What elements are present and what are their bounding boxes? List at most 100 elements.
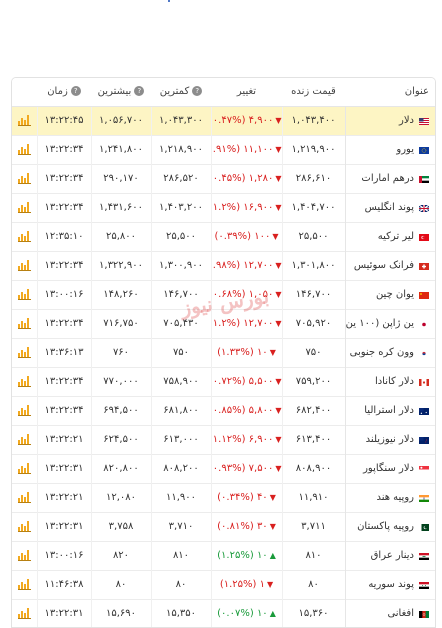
currency-name-cell[interactable]: دلار کانادا [344, 367, 435, 396]
table-row[interactable]: پوند انگلیس ۱,۴۰۴,۷۰۰▼۱۶,۹۰۰ (۱.۲%)۱,۴۰۳,… [12, 193, 435, 222]
currency-name[interactable]: یوان چین [376, 289, 414, 300]
bar-chart-icon[interactable] [17, 172, 31, 184]
table-row[interactable]: یورو ۱,۲۱۹,۹۰۰▼۱۱,۱۰۰ (۰.۹۱%)۱,۲۱۸,۹۰۰۱,۲… [12, 135, 435, 164]
table-row[interactable]: روپیه پاکستان ۳,۷۱۱ ▼۳۰ (۰.۸۱%) ۳,۷۱۰ ۳,۷۵۸ ۱… [12, 512, 435, 541]
currency-name-cell[interactable]: دلار سنگاپور [344, 454, 435, 483]
currency-name[interactable]: لیر ترکیه [378, 231, 414, 242]
chart-cell[interactable] [12, 193, 37, 222]
bar-chart-icon[interactable] [17, 230, 31, 242]
chart-cell[interactable] [12, 570, 37, 599]
table-row[interactable]: دلار کانادا ۷۵۹,۲۰۰▼۵,۵۰۰ (۰.۷۲%)۷۵۸,۹۰۰۷… [12, 367, 435, 396]
table-row[interactable]: دلار سنگاپور ۸۰۸,۹۰۰▼۷,۵۰۰ (۰.۹۳%)۸۰۸,۲۰۰… [12, 454, 435, 483]
currency-name[interactable]: ین ژاپن (۱۰۰ ین) [346, 318, 414, 329]
bar-chart-icon[interactable] [17, 491, 31, 503]
high-price-cell: ۸۰ [90, 570, 151, 599]
currency-name[interactable]: وون کره جنوبی [350, 347, 414, 358]
table-row[interactable]: روپیه هند ۱۱,۹۱۰ ▼۴۰ (۰.۳۴%) ۱۱,۹۰۰ ۱۲,۰۸۰ ۱۳… [12, 483, 435, 512]
bar-chart-icon[interactable] [17, 259, 31, 271]
currency-name-cell[interactable]: ین ژاپن (۱۰۰ ین) [344, 309, 435, 338]
table-row[interactable]: دینار عراق ۸۱۰ ▲۱۰ (۱.۲۵%) ۸۱۰ ۸۲۰ ۱۳:۰۰:۱۶ [12, 541, 435, 570]
currency-name-cell[interactable]: پوند سوریه [344, 570, 435, 599]
currency-name-cell[interactable]: دلار نیوزیلند [344, 425, 435, 454]
currency-name[interactable]: دلار کانادا [375, 376, 414, 387]
currency-name-cell[interactable]: یورو [344, 135, 435, 164]
currency-name-cell[interactable]: یوان چین [344, 280, 435, 309]
currency-name[interactable]: پوند سوریه [368, 579, 414, 590]
chart-cell[interactable] [12, 135, 37, 164]
currency-name-cell[interactable]: دینار عراق [344, 541, 435, 570]
currency-name[interactable]: دلار استرالیا [364, 405, 414, 416]
chart-cell[interactable] [12, 454, 37, 483]
help-icon[interactable]: ? [134, 86, 145, 97]
currency-name[interactable]: دلار سنگاپور [363, 463, 414, 474]
currency-name[interactable]: پوند انگلیس [365, 202, 414, 213]
currency-name-cell[interactable]: پوند انگلیس [344, 193, 435, 222]
chart-cell[interactable] [12, 251, 37, 280]
currency-name-cell[interactable]: لیر ترکیه [344, 222, 435, 251]
bar-chart-icon[interactable] [17, 520, 31, 532]
currency-name[interactable]: افغانی [387, 608, 414, 619]
col-header-low: ?کمترین [151, 78, 211, 107]
currency-name-cell[interactable]: روپیه پاکستان [344, 512, 435, 541]
table-row[interactable]: دلار نیوزیلند ۶۱۳,۴۰۰▼۶,۹۰۰ (۱.۱۲%)۶۱۳,۰۰… [12, 425, 435, 454]
currency-name-cell[interactable]: وون کره جنوبی [344, 338, 435, 367]
arrow-down-icon: ▼ [275, 203, 282, 212]
chart-cell[interactable] [12, 338, 37, 367]
table-row[interactable]: پوند سوریه ۸۰ ▼۱ (۱.۲۵%) ۸۰ ۸۰ ۱۱:۴۶:۳۸ [12, 570, 435, 599]
bar-chart-icon[interactable] [17, 404, 31, 416]
currency-name-cell[interactable]: دلار استرالیا [344, 396, 435, 425]
currency-name[interactable]: درهم امارات [361, 173, 414, 184]
bar-chart-icon[interactable] [17, 288, 31, 300]
bar-chart-icon[interactable] [17, 549, 31, 561]
bar-chart-icon[interactable] [17, 143, 31, 155]
cn-flag-icon [419, 291, 429, 299]
help-icon[interactable]: ? [192, 86, 203, 97]
currency-name-cell[interactable]: دلار [344, 106, 435, 135]
currency-name[interactable]: دلار نیوزیلند [366, 434, 414, 445]
currency-name[interactable]: روپیه هند [376, 492, 414, 503]
table-row[interactable]: دلار استرالیا ۶۸۲,۴۰۰▼۵,۸۰۰ (۰.۸۵%)۶۸۱,۸۰… [12, 396, 435, 425]
chart-cell[interactable] [12, 309, 37, 338]
currency-name-cell[interactable]: فرانک سوئیس [344, 251, 435, 280]
currency-name-cell[interactable]: افغانی [344, 599, 435, 627]
bar-chart-icon[interactable] [17, 201, 31, 213]
bar-chart-icon[interactable] [17, 375, 31, 387]
ca-flag-icon [419, 378, 429, 386]
chart-cell[interactable] [12, 512, 37, 541]
chart-cell[interactable] [12, 367, 37, 396]
bar-chart-icon[interactable] [17, 433, 31, 445]
bar-chart-icon[interactable] [17, 607, 31, 619]
low-price-cell: ۱,۳۰۰,۹۰۰ [150, 251, 211, 280]
bar-chart-icon[interactable] [17, 346, 31, 358]
table-row[interactable]: وون کره جنوبی ۷۵۰ ▼۱۰ (۱.۳۳%) ۷۵۰ ۷۶۰ ۱۳:۳۶:۱… [12, 338, 435, 367]
table-row[interactable]: افغانی ۱۵,۳۶۰ ▲۱۰ (۰.۰۷%) ۱۵,۳۵۰ ۱۵,۶۹۰ ۱۳:۲۲… [12, 599, 435, 627]
table-row[interactable]: یوان چین۱۴۶,۷۰۰▼۱,۰۵۰ (۰.۶۸%)۱۴۶,۷۰۰۱۴۸,… [12, 280, 435, 309]
currency-name[interactable]: دلار [399, 115, 414, 126]
currency-name[interactable]: فرانک سوئیس [354, 260, 414, 271]
currency-name-cell[interactable]: درهم امارات [344, 164, 435, 193]
currency-name[interactable]: یورو [396, 144, 414, 155]
bar-chart-icon[interactable] [17, 578, 31, 590]
chart-cell[interactable] [12, 599, 37, 627]
chart-cell[interactable] [12, 164, 37, 193]
table-row[interactable]: لیر ترکیه ۲۵,۵۰۰ ▼۱۰۰ (۰.۳۹%) ۲۵,۵۰۰ ۲۵,۸۰۰ ۱… [12, 222, 435, 251]
chart-cell[interactable] [12, 280, 37, 309]
help-icon[interactable]: ? [70, 86, 81, 97]
table-row[interactable]: درهم امارات ۲۸۶,۶۱۰▼۱,۲۸۰ (۰.۴۵%)۲۸۶,۵۲۰۲… [12, 164, 435, 193]
chart-cell[interactable] [12, 425, 37, 454]
table-row[interactable]: ین ژاپن (۱۰۰ ین)۷۰۵,۹۲۰▼۱۲,۷۰۰ (۱.۲%)۷۰۵… [12, 309, 435, 338]
table-row[interactable]: فرانک سوئیس ۱,۳۰۱,۸۰۰▼۱۲,۷۰۰ (۰.۹۸%)۱,۳۰۰… [12, 251, 435, 280]
currency-name-cell[interactable]: روپیه هند [344, 483, 435, 512]
bar-chart-icon[interactable] [17, 462, 31, 474]
currency-name[interactable]: روپیه پاکستان [357, 521, 414, 532]
bar-chart-icon[interactable] [17, 317, 31, 329]
currency-name[interactable]: دینار عراق [371, 550, 414, 561]
time-cell: ۱۱:۴۶:۳۸ [36, 570, 91, 599]
table-row[interactable]: دلار ۱,۰۴۳,۴۰۰▼۴,۹۰۰ (۰.۴۷%)۱,۰۴۳,۳۰۰۱,۰۵… [12, 106, 435, 135]
chart-cell[interactable] [12, 396, 37, 425]
chart-cell[interactable] [12, 483, 37, 512]
chart-cell[interactable] [12, 541, 37, 570]
chart-cell[interactable] [12, 106, 37, 135]
chart-cell[interactable] [12, 222, 37, 251]
bar-chart-icon[interactable] [17, 114, 31, 126]
